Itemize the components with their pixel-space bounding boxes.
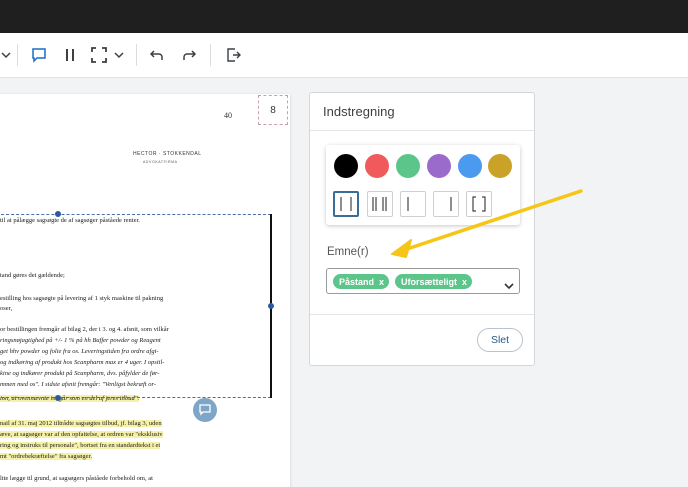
line-style-left-bar[interactable] bbox=[400, 191, 426, 217]
toolbar-divider bbox=[136, 44, 137, 66]
comment-icon bbox=[199, 404, 211, 416]
brackets-icon bbox=[472, 196, 486, 212]
line-style-right-bar[interactable] bbox=[433, 191, 459, 217]
document-line-highlighted: ring og instruks til personale", bortset… bbox=[0, 442, 161, 449]
redo-icon[interactable] bbox=[179, 43, 199, 67]
page-number-box: 8 bbox=[258, 95, 288, 125]
color-swatch-black[interactable] bbox=[334, 154, 358, 178]
tag-remove-button[interactable]: x bbox=[379, 277, 384, 287]
highlight-panel: Indstregning Emne(r) Påstand x Uforsætte… bbox=[309, 92, 535, 366]
window-titlebar bbox=[0, 0, 688, 33]
color-swatch-purple[interactable] bbox=[427, 154, 451, 178]
toolbar-divider bbox=[17, 44, 18, 66]
tag-label: Uforsætteligt bbox=[401, 276, 457, 287]
tag-label: Påstand bbox=[339, 276, 375, 287]
divider bbox=[310, 130, 534, 131]
comment-icon[interactable] bbox=[29, 43, 49, 67]
letterhead-subtitle: ADVOKATFIRMA bbox=[143, 160, 178, 164]
document-line-highlighted: æve, at sagsøger var af den opfattelse, … bbox=[0, 431, 163, 438]
left-bar-icon bbox=[407, 197, 409, 211]
line-style-single-bar[interactable] bbox=[333, 191, 359, 217]
chevron-down-icon[interactable] bbox=[0, 43, 12, 67]
chevron-down-icon[interactable] bbox=[113, 43, 125, 67]
double-bar-icon bbox=[372, 197, 387, 211]
selection-handle-right[interactable] bbox=[268, 303, 274, 309]
line-style-brackets[interactable] bbox=[466, 191, 492, 217]
tag-remove-button[interactable]: x bbox=[462, 277, 467, 287]
tag-pastand: Påstand x bbox=[333, 274, 390, 289]
export-icon[interactable] bbox=[224, 43, 244, 67]
style-picker bbox=[326, 145, 520, 225]
color-swatch-blue[interactable] bbox=[458, 154, 482, 178]
toolbar bbox=[0, 33, 688, 78]
chevron-down-icon[interactable] bbox=[504, 277, 514, 295]
document-line-highlighted: mt "ordrebekræftelse" fra sagsøger. bbox=[0, 453, 92, 460]
crop-select-icon[interactable] bbox=[89, 43, 109, 67]
right-bar-icon bbox=[450, 197, 452, 211]
single-bar-icon bbox=[340, 197, 352, 211]
color-swatch-gold[interactable] bbox=[488, 154, 512, 178]
document-line: ltte lægge til grund, at sagsøgers påstå… bbox=[0, 475, 153, 482]
selection-box[interactable] bbox=[0, 214, 271, 398]
page-number: 40 bbox=[224, 111, 232, 120]
delete-button[interactable]: Slet bbox=[477, 328, 523, 352]
selection-handle-bottom[interactable] bbox=[55, 395, 61, 401]
tag-uforsaetteligt: Uforsætteligt x bbox=[395, 274, 473, 289]
panel-title: Indstregning bbox=[323, 104, 395, 119]
topics-label: Emne(r) bbox=[327, 246, 369, 258]
split-columns-icon[interactable] bbox=[60, 43, 80, 67]
topics-select[interactable]: Påstand x Uforsætteligt x bbox=[326, 268, 520, 294]
toolbar-divider bbox=[210, 44, 211, 66]
letterhead: HECTOR · STOKKENDAL bbox=[133, 151, 202, 157]
add-comment-button[interactable] bbox=[193, 398, 217, 422]
line-style-double-bar[interactable] bbox=[367, 191, 393, 217]
color-swatch-red[interactable] bbox=[365, 154, 389, 178]
undo-icon[interactable] bbox=[147, 43, 167, 67]
divider bbox=[310, 314, 534, 315]
document-line-highlighted: nail af 31. maj 2012 tiltrådte sagsøgtes… bbox=[0, 420, 162, 427]
color-swatch-green[interactable] bbox=[396, 154, 420, 178]
selection-handle-top[interactable] bbox=[55, 211, 61, 217]
